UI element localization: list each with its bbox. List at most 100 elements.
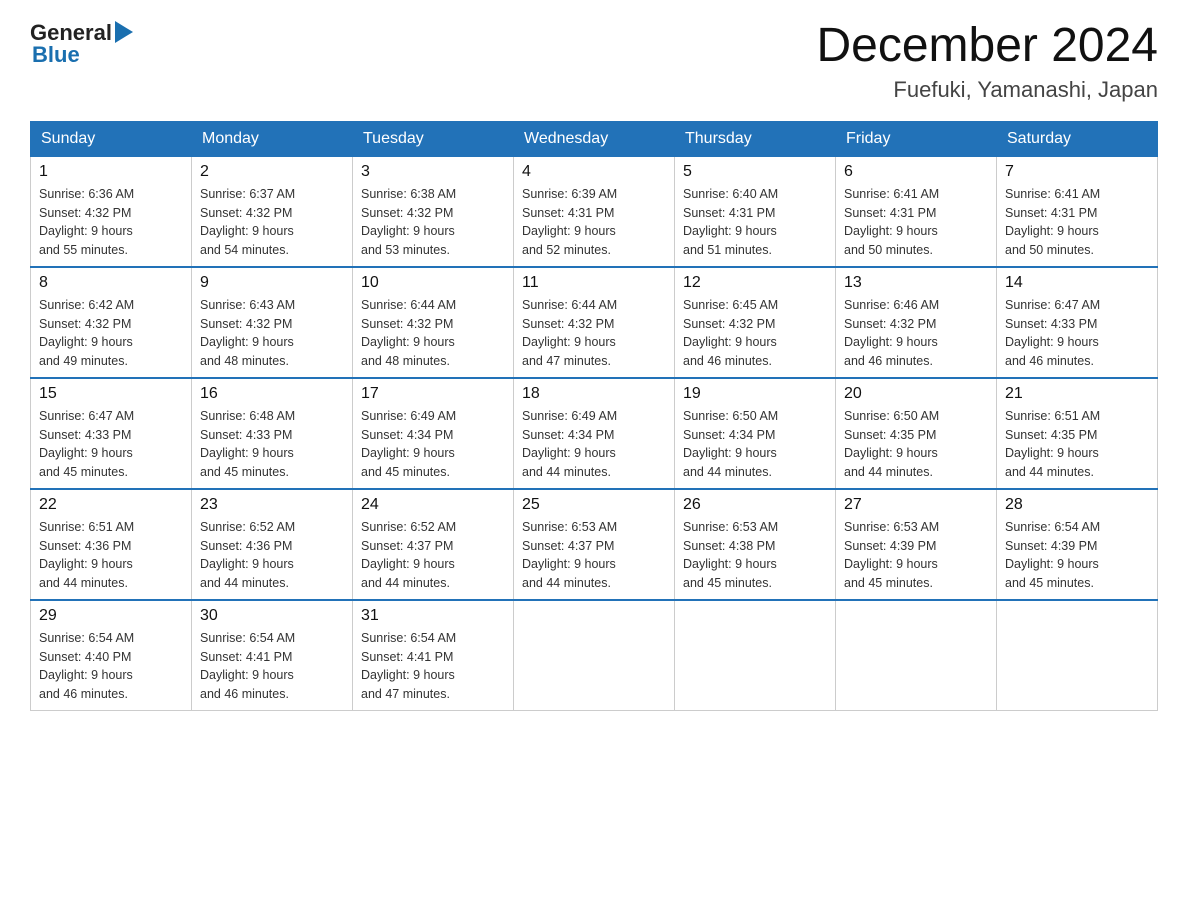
table-row: 19 Sunrise: 6:50 AM Sunset: 4:34 PM Dayl… — [675, 378, 836, 489]
day-number: 17 — [361, 385, 505, 403]
day-info: Sunrise: 6:48 AM Sunset: 4:33 PM Dayligh… — [200, 407, 344, 482]
day-info: Sunrise: 6:53 AM Sunset: 4:39 PM Dayligh… — [844, 518, 988, 593]
table-row: 25 Sunrise: 6:53 AM Sunset: 4:37 PM Dayl… — [514, 489, 675, 600]
table-row: 22 Sunrise: 6:51 AM Sunset: 4:36 PM Dayl… — [31, 489, 192, 600]
day-info: Sunrise: 6:51 AM Sunset: 4:35 PM Dayligh… — [1005, 407, 1149, 482]
day-number: 12 — [683, 274, 827, 292]
day-number: 2 — [200, 163, 344, 181]
day-info: Sunrise: 6:41 AM Sunset: 4:31 PM Dayligh… — [844, 185, 988, 260]
day-info: Sunrise: 6:46 AM Sunset: 4:32 PM Dayligh… — [844, 296, 988, 371]
table-row: 21 Sunrise: 6:51 AM Sunset: 4:35 PM Dayl… — [997, 378, 1158, 489]
day-info: Sunrise: 6:54 AM Sunset: 4:41 PM Dayligh… — [200, 629, 344, 704]
day-info: Sunrise: 6:52 AM Sunset: 4:36 PM Dayligh… — [200, 518, 344, 593]
day-number: 22 — [39, 496, 183, 514]
table-row: 3 Sunrise: 6:38 AM Sunset: 4:32 PM Dayli… — [353, 156, 514, 267]
day-number: 1 — [39, 163, 183, 181]
table-row: 6 Sunrise: 6:41 AM Sunset: 4:31 PM Dayli… — [836, 156, 997, 267]
table-row: 24 Sunrise: 6:52 AM Sunset: 4:37 PM Dayl… — [353, 489, 514, 600]
calendar-title: December 2024 — [816, 20, 1158, 73]
table-row: 18 Sunrise: 6:49 AM Sunset: 4:34 PM Dayl… — [514, 378, 675, 489]
day-number: 27 — [844, 496, 988, 514]
col-wednesday: Wednesday — [514, 121, 675, 156]
day-number: 4 — [522, 163, 666, 181]
day-info: Sunrise: 6:44 AM Sunset: 4:32 PM Dayligh… — [522, 296, 666, 371]
table-row: 12 Sunrise: 6:45 AM Sunset: 4:32 PM Dayl… — [675, 267, 836, 378]
table-row: 17 Sunrise: 6:49 AM Sunset: 4:34 PM Dayl… — [353, 378, 514, 489]
day-number: 29 — [39, 607, 183, 625]
day-number: 16 — [200, 385, 344, 403]
table-row — [675, 600, 836, 711]
table-row: 20 Sunrise: 6:50 AM Sunset: 4:35 PM Dayl… — [836, 378, 997, 489]
col-friday: Friday — [836, 121, 997, 156]
day-info: Sunrise: 6:40 AM Sunset: 4:31 PM Dayligh… — [683, 185, 827, 260]
table-row: 7 Sunrise: 6:41 AM Sunset: 4:31 PM Dayli… — [997, 156, 1158, 267]
col-monday: Monday — [192, 121, 353, 156]
day-number: 5 — [683, 163, 827, 181]
logo-blue-text: Blue — [32, 42, 80, 68]
table-row: 30 Sunrise: 6:54 AM Sunset: 4:41 PM Dayl… — [192, 600, 353, 711]
header-row: Sunday Monday Tuesday Wednesday Thursday… — [31, 121, 1158, 156]
table-row: 16 Sunrise: 6:48 AM Sunset: 4:33 PM Dayl… — [192, 378, 353, 489]
table-row: 29 Sunrise: 6:54 AM Sunset: 4:40 PM Dayl… — [31, 600, 192, 711]
table-row: 14 Sunrise: 6:47 AM Sunset: 4:33 PM Dayl… — [997, 267, 1158, 378]
table-row — [836, 600, 997, 711]
table-row: 9 Sunrise: 6:43 AM Sunset: 4:32 PM Dayli… — [192, 267, 353, 378]
day-number: 24 — [361, 496, 505, 514]
day-info: Sunrise: 6:51 AM Sunset: 4:36 PM Dayligh… — [39, 518, 183, 593]
day-info: Sunrise: 6:47 AM Sunset: 4:33 PM Dayligh… — [1005, 296, 1149, 371]
day-number: 10 — [361, 274, 505, 292]
day-number: 23 — [200, 496, 344, 514]
day-info: Sunrise: 6:49 AM Sunset: 4:34 PM Dayligh… — [522, 407, 666, 482]
day-info: Sunrise: 6:37 AM Sunset: 4:32 PM Dayligh… — [200, 185, 344, 260]
logo-arrow-icon — [115, 21, 133, 43]
day-info: Sunrise: 6:42 AM Sunset: 4:32 PM Dayligh… — [39, 296, 183, 371]
col-sunday: Sunday — [31, 121, 192, 156]
table-row: 4 Sunrise: 6:39 AM Sunset: 4:31 PM Dayli… — [514, 156, 675, 267]
day-number: 30 — [200, 607, 344, 625]
day-info: Sunrise: 6:36 AM Sunset: 4:32 PM Dayligh… — [39, 185, 183, 260]
day-info: Sunrise: 6:50 AM Sunset: 4:34 PM Dayligh… — [683, 407, 827, 482]
day-number: 31 — [361, 607, 505, 625]
day-info: Sunrise: 6:47 AM Sunset: 4:33 PM Dayligh… — [39, 407, 183, 482]
day-number: 11 — [522, 274, 666, 292]
header: General Blue December 2024 Fuefuki, Yama… — [30, 20, 1158, 103]
table-row: 11 Sunrise: 6:44 AM Sunset: 4:32 PM Dayl… — [514, 267, 675, 378]
day-info: Sunrise: 6:53 AM Sunset: 4:38 PM Dayligh… — [683, 518, 827, 593]
table-row: 13 Sunrise: 6:46 AM Sunset: 4:32 PM Dayl… — [836, 267, 997, 378]
day-number: 21 — [1005, 385, 1149, 403]
day-info: Sunrise: 6:53 AM Sunset: 4:37 PM Dayligh… — [522, 518, 666, 593]
table-row: 26 Sunrise: 6:53 AM Sunset: 4:38 PM Dayl… — [675, 489, 836, 600]
table-row: 1 Sunrise: 6:36 AM Sunset: 4:32 PM Dayli… — [31, 156, 192, 267]
col-thursday: Thursday — [675, 121, 836, 156]
day-number: 18 — [522, 385, 666, 403]
title-section: December 2024 Fuefuki, Yamanashi, Japan — [816, 20, 1158, 103]
day-info: Sunrise: 6:39 AM Sunset: 4:31 PM Dayligh… — [522, 185, 666, 260]
table-row: 23 Sunrise: 6:52 AM Sunset: 4:36 PM Dayl… — [192, 489, 353, 600]
table-row — [997, 600, 1158, 711]
day-number: 9 — [200, 274, 344, 292]
day-info: Sunrise: 6:38 AM Sunset: 4:32 PM Dayligh… — [361, 185, 505, 260]
day-number: 20 — [844, 385, 988, 403]
day-info: Sunrise: 6:41 AM Sunset: 4:31 PM Dayligh… — [1005, 185, 1149, 260]
calendar-week-row: 15 Sunrise: 6:47 AM Sunset: 4:33 PM Dayl… — [31, 378, 1158, 489]
day-number: 14 — [1005, 274, 1149, 292]
calendar-week-row: 8 Sunrise: 6:42 AM Sunset: 4:32 PM Dayli… — [31, 267, 1158, 378]
table-row: 31 Sunrise: 6:54 AM Sunset: 4:41 PM Dayl… — [353, 600, 514, 711]
day-info: Sunrise: 6:50 AM Sunset: 4:35 PM Dayligh… — [844, 407, 988, 482]
day-number: 13 — [844, 274, 988, 292]
day-number: 7 — [1005, 163, 1149, 181]
day-number: 6 — [844, 163, 988, 181]
day-info: Sunrise: 6:54 AM Sunset: 4:39 PM Dayligh… — [1005, 518, 1149, 593]
table-row: 15 Sunrise: 6:47 AM Sunset: 4:33 PM Dayl… — [31, 378, 192, 489]
day-info: Sunrise: 6:44 AM Sunset: 4:32 PM Dayligh… — [361, 296, 505, 371]
day-info: Sunrise: 6:45 AM Sunset: 4:32 PM Dayligh… — [683, 296, 827, 371]
calendar-week-row: 1 Sunrise: 6:36 AM Sunset: 4:32 PM Dayli… — [31, 156, 1158, 267]
table-row: 2 Sunrise: 6:37 AM Sunset: 4:32 PM Dayli… — [192, 156, 353, 267]
logo: General Blue — [30, 20, 133, 68]
day-number: 19 — [683, 385, 827, 403]
calendar-week-row: 22 Sunrise: 6:51 AM Sunset: 4:36 PM Dayl… — [31, 489, 1158, 600]
calendar-table: Sunday Monday Tuesday Wednesday Thursday… — [30, 121, 1158, 711]
day-number: 8 — [39, 274, 183, 292]
day-info: Sunrise: 6:49 AM Sunset: 4:34 PM Dayligh… — [361, 407, 505, 482]
calendar-subtitle: Fuefuki, Yamanashi, Japan — [816, 77, 1158, 103]
